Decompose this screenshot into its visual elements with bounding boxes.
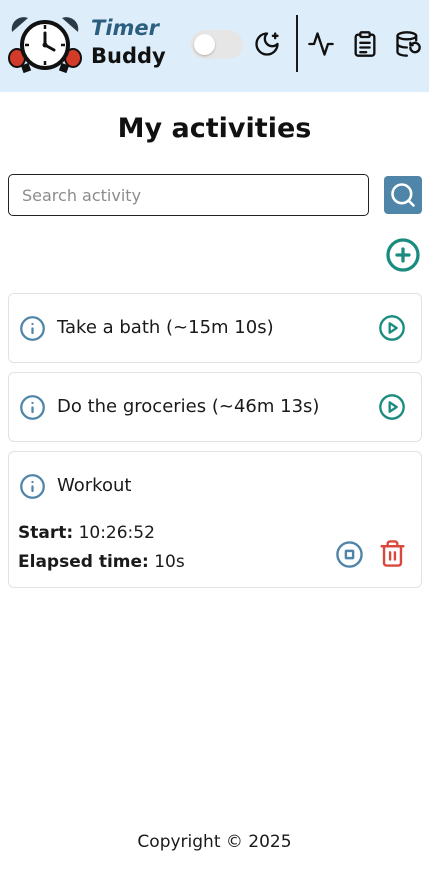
stop-icon [336,541,363,568]
elapsed-time-row: Elapsed time: 10s [18,552,185,572]
elapsed-label: Elapsed time: [18,552,149,572]
elapsed-value: 10s [154,552,185,572]
brand-title-line2: Buddy [91,44,166,68]
toggle-knob [194,34,215,55]
info-icon[interactable] [19,315,46,342]
start-time-row: Start: 10:26:52 [18,523,155,543]
dark-mode-toggle[interactable] [190,30,243,59]
footer-copyright: Copyright © 2025 [137,832,292,852]
play-button[interactable] [378,393,406,421]
search-button[interactable] [384,176,422,214]
add-activity-button[interactable] [385,237,421,273]
info-icon[interactable] [19,394,46,421]
play-icon [379,394,405,420]
activity-card: Take a bath (~15m 10s) [8,293,422,363]
start-label: Start: [18,523,74,543]
activity-icon[interactable] [307,30,335,58]
stop-button[interactable] [335,540,364,569]
search-icon [391,183,415,207]
delete-button[interactable] [378,539,407,568]
info-icon[interactable] [19,473,46,500]
plus-circle-icon [386,238,420,272]
activity-name: Do the groceries (~46m 13s) [57,396,320,417]
trash-icon [380,540,405,567]
alarm-clock-logo[interactable] [8,14,82,76]
brand-title-line1: Timer [91,16,160,40]
start-value: 10:26:52 [78,523,155,543]
moon-icon [253,30,281,58]
header-divider [296,15,298,72]
search-input[interactable] [8,174,369,216]
database-history-icon[interactable] [394,30,422,58]
activity-name: Workout [57,475,132,496]
page-title: My activities [117,113,312,144]
activity-name: Take a bath (~15m 10s) [57,317,274,338]
clipboard-icon[interactable] [351,30,379,58]
activity-card: Do the groceries (~46m 13s) [8,372,422,442]
play-button[interactable] [378,314,406,342]
activity-card-running: Workout Start: 10:26:52 Elapsed time: 10… [8,451,422,588]
app-header: Timer Buddy [0,0,429,92]
play-icon [379,315,405,341]
